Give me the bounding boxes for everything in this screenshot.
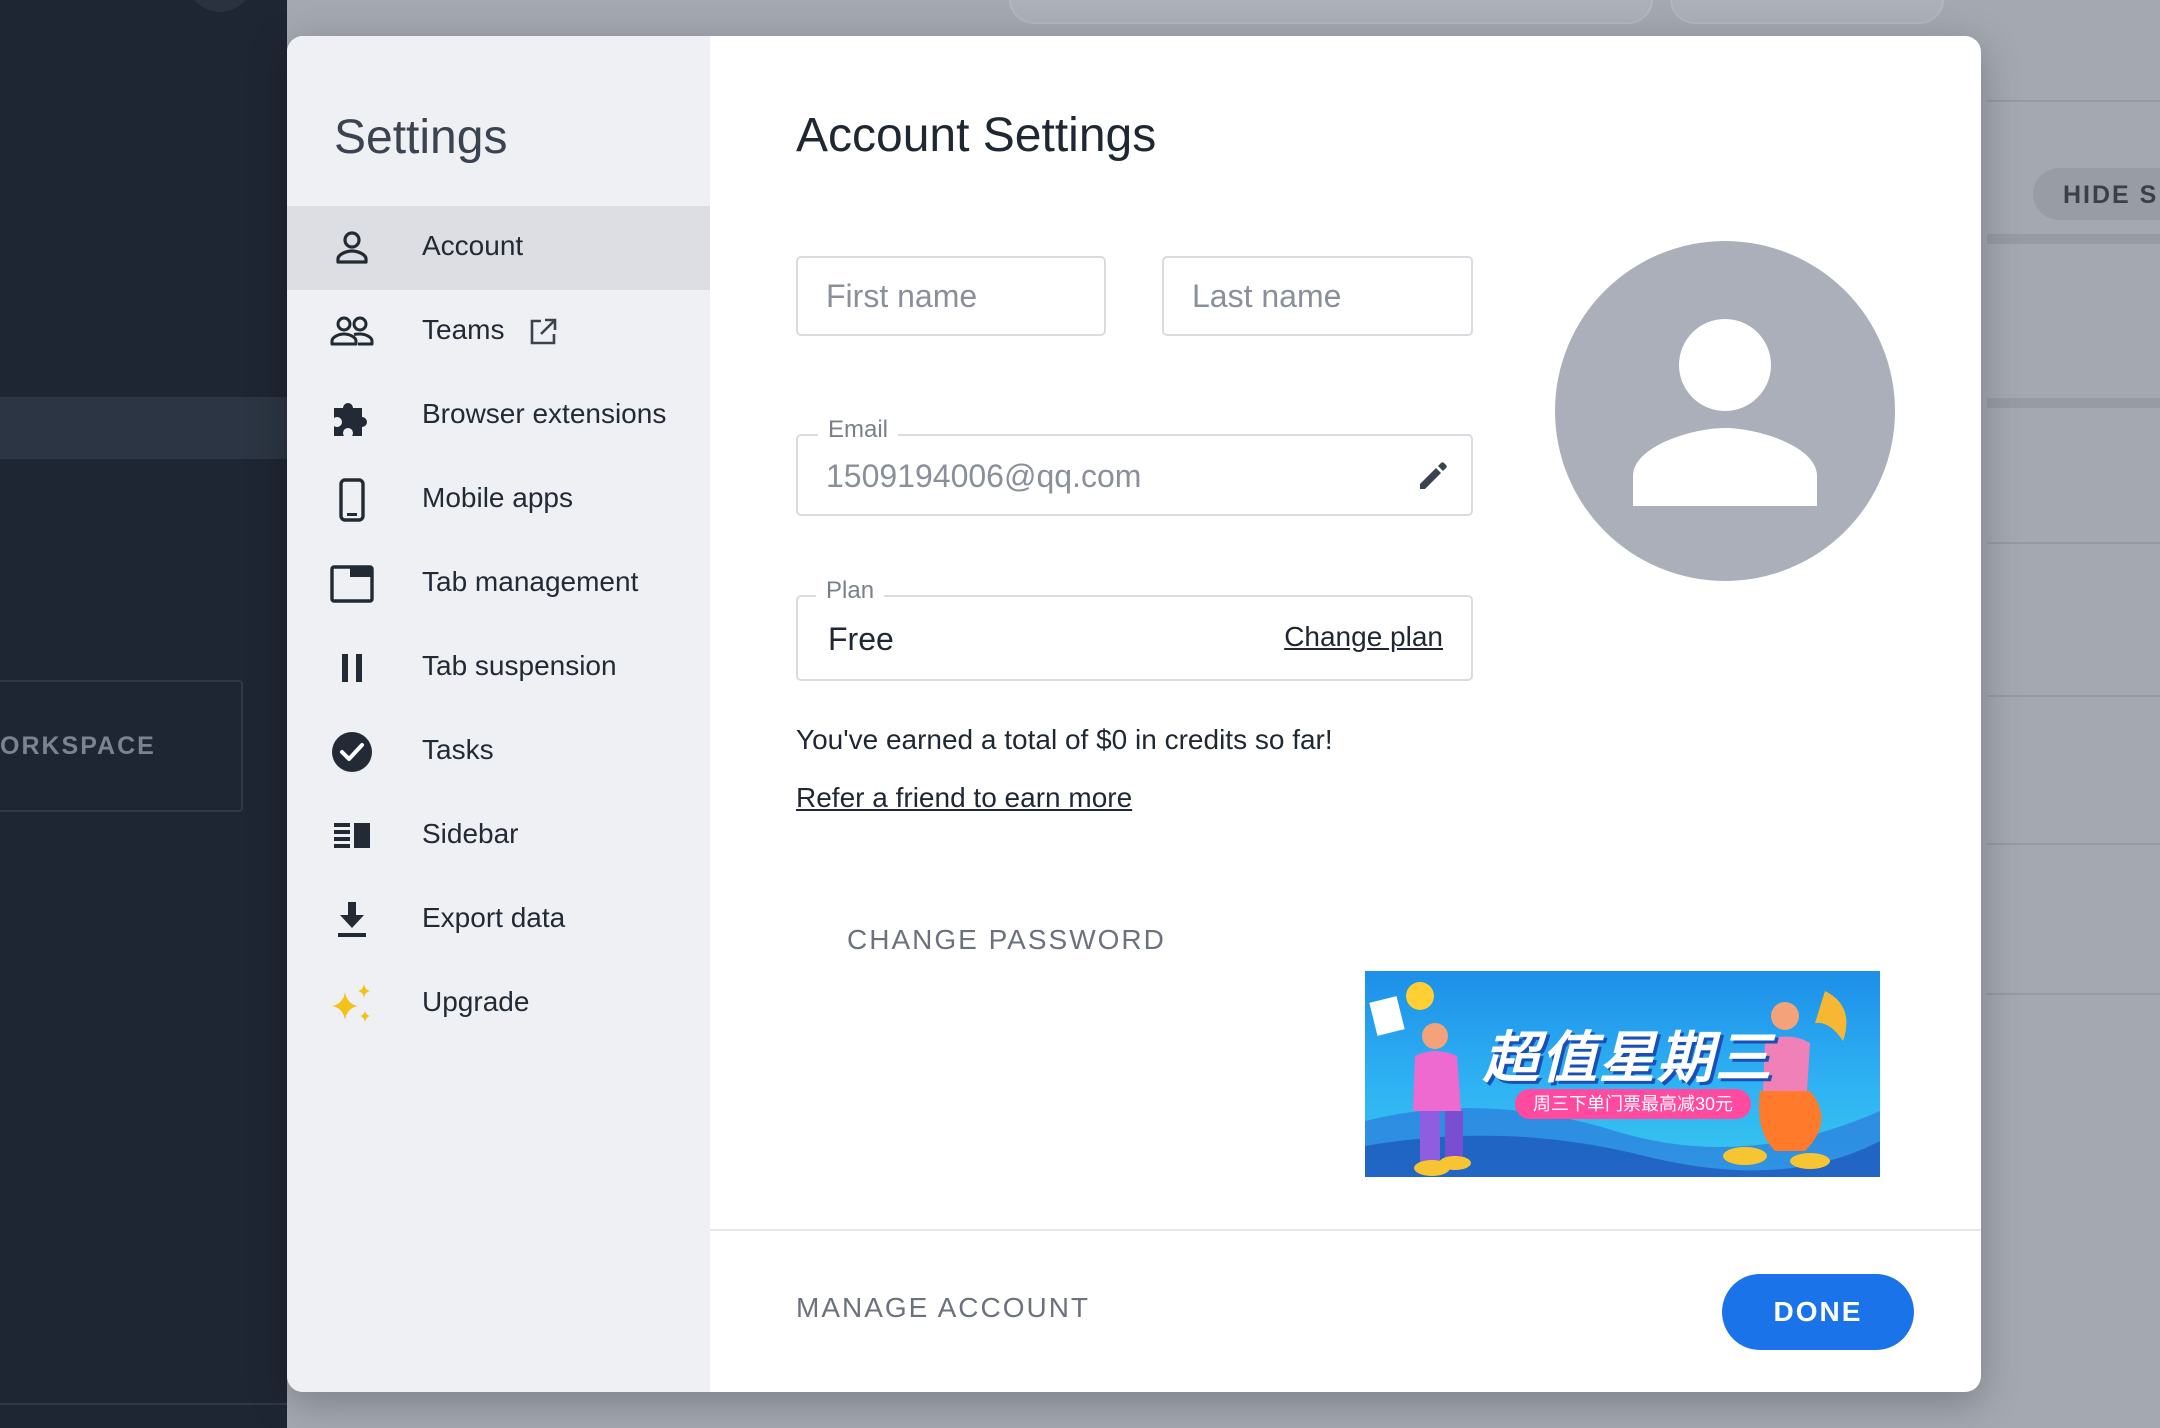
sidebar-item-label: Export data [422, 902, 566, 933]
background-divider [1987, 993, 2160, 995]
change-password-button[interactable]: CHANGE PASSWORD [847, 924, 1166, 956]
credits-text: You've earned a total of $0 in credits s… [796, 724, 1333, 755]
people-icon [330, 316, 374, 346]
done-button[interactable]: DONE [1722, 1274, 1914, 1350]
sidebar-item-teams[interactable]: Teams [287, 290, 710, 374]
download-icon [338, 902, 366, 937]
sidebar-item-label: Tab suspension [422, 650, 617, 681]
promo-banner[interactable]: 超值星期三 周三下单门票最高减30元 [1365, 971, 1880, 1177]
background-divider [1987, 542, 2160, 544]
email-field: Email 1509194006@qq.com [796, 416, 1473, 516]
background-divider [1987, 234, 2160, 244]
footer-divider [710, 1229, 1981, 1231]
background-hide-label: HIDE SI [2063, 181, 2160, 209]
settings-sidebar: Settings Account Teams Browser extension… [287, 36, 710, 1392]
banner-title: 超值星期三 [1483, 1026, 1773, 1089]
sidebar-item-label: Sidebar [422, 818, 519, 849]
pencil-icon[interactable] [1413, 456, 1453, 496]
avatar[interactable] [1555, 241, 1895, 581]
email-value: 1509194006@qq.com [826, 458, 1142, 494]
background-divider [0, 1403, 287, 1405]
banner-subtitle: 周三下单门票最高减30元 [1515, 1089, 1752, 1119]
sidebar-item-label: Browser extensions [422, 398, 667, 429]
manage-account-button[interactable]: MANAGE ACCOUNT [796, 1292, 1090, 1324]
background-divider [1987, 695, 2160, 697]
background-search-pill [1009, 0, 1653, 24]
sidebar-item-label: Tab management [422, 566, 639, 597]
change-plan-link[interactable]: Change plan [1284, 621, 1443, 653]
sidebar-item-tab-management[interactable]: Tab management [287, 542, 710, 626]
sidebar-item-label: Tasks [422, 734, 494, 765]
sidebar-list-icon [334, 823, 370, 848]
sidebar-item-label: Account [422, 230, 524, 261]
background-workspace-label: ORKSPACE [0, 732, 156, 760]
external-link-icon [530, 318, 557, 345]
plan-field: Plan Free Change plan [796, 577, 1473, 681]
background-button-pill [1670, 0, 1944, 24]
tab-window-icon [330, 565, 374, 603]
page-title: Account Settings [796, 109, 1157, 162]
settings-modal: Settings Account Teams Browser extension… [287, 36, 1981, 1392]
check-circle-icon [332, 732, 372, 772]
refer-friend-link[interactable]: Refer a friend to earn more [796, 782, 1132, 814]
last-name-field[interactable] [1162, 256, 1473, 336]
phone-icon [339, 478, 365, 522]
settings-title: Settings [334, 111, 508, 164]
avatar-placeholder-icon [1633, 319, 1817, 506]
first-name-field[interactable] [796, 256, 1106, 336]
background-divider [1987, 100, 2160, 102]
background-avatar [190, 0, 250, 12]
sidebar-item-mobile-apps[interactable]: Mobile apps [287, 458, 710, 542]
first-name-input[interactable] [798, 258, 1104, 334]
sidebar-item-label: Upgrade [422, 986, 530, 1017]
sidebar-item-upgrade[interactable]: Upgrade [287, 962, 710, 1046]
sidebar-item-tab-suspension[interactable]: Tab suspension [287, 626, 710, 710]
sidebar-item-browser-extensions[interactable]: Browser extensions [287, 374, 710, 458]
background-highlight-row [0, 397, 287, 459]
sidebar-item-sidebar[interactable]: Sidebar [287, 794, 710, 878]
last-name-input[interactable] [1164, 258, 1471, 334]
background-divider [1987, 398, 2160, 408]
sidebar-item-tasks[interactable]: Tasks [287, 710, 710, 794]
background-sidebar: ORKSPACE [0, 0, 287, 1428]
sidebar-item-label: Mobile apps [422, 482, 573, 513]
background-divider [1987, 843, 2160, 845]
sidebar-item-account[interactable]: Account [287, 206, 710, 290]
person-icon [336, 231, 368, 264]
plan-value: Free [828, 621, 894, 657]
email-label: Email [818, 416, 899, 444]
puzzle-icon [334, 402, 367, 436]
sidebar-item-label: Teams [422, 314, 505, 345]
pause-icon [342, 654, 362, 682]
sparkle-icon [332, 984, 370, 1022]
sidebar-item-export-data[interactable]: Export data [287, 878, 710, 962]
account-settings-panel: Account Settings Email 1509194006@qq.com… [710, 36, 1981, 1392]
plan-label: Plan [816, 577, 885, 605]
